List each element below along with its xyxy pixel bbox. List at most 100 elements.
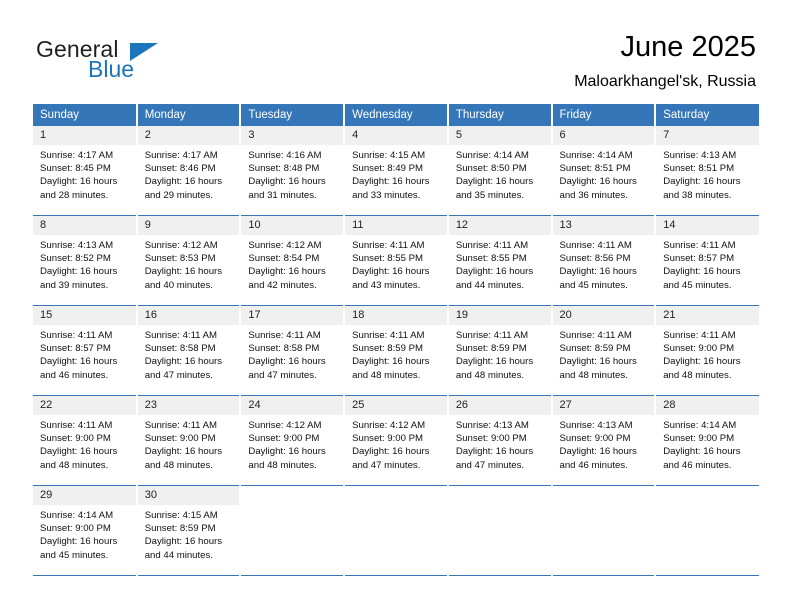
- day-details: Sunrise: 4:11 AM Sunset: 8:58 PM Daylight:…: [138, 325, 240, 382]
- calendar-day-cell[interactable]: 27 Sunrise: 4:13 AM Sunset: 9:00 PM Dayligh…: [551, 395, 657, 486]
- day-number: 19: [448, 306, 551, 325]
- page-header: General Blue June 2025 Maloarkhangel'sk,…: [0, 0, 792, 100]
- day-number: 3: [241, 126, 344, 145]
- calendar-day-cell[interactable]: 1 Sunrise: 4:17 AM Sunset: 8:45 PM Daylight…: [33, 126, 138, 216]
- calendar-day-cell[interactable]: 24 Sunrise: 4:12 AM Sunset: 9:00 PM Dayligh…: [240, 395, 346, 486]
- day-number: 22: [33, 396, 136, 415]
- calendar-day-cell[interactable]: 8 Sunrise: 4:13 AM Sunset: 8:52 PM Daylight…: [33, 215, 138, 306]
- calendar-day-cell[interactable]: 30 Sunrise: 4:15 AM Sunset: 8:59 PM Dayligh…: [136, 485, 242, 576]
- calendar-day-cell[interactable]: 7 Sunrise: 4:13 AM Sunset: 8:51 PM Daylight…: [655, 126, 759, 216]
- sunset-time: Sunset: 8:59 PM: [144, 523, 216, 535]
- day-details: Sunrise: 4:11 AM Sunset: 9:00 PM Daylight:…: [33, 415, 136, 472]
- day-details: Sunrise: 4:13 AM Sunset: 9:00 PM Daylight:…: [449, 415, 551, 472]
- daylight-duration-line2: and 33 minutes.: [352, 189, 421, 201]
- sunset-time: Sunset: 9:00 PM: [663, 343, 735, 355]
- day-details: Sunrise: 4:11 AM Sunset: 8:55 PM Daylight:…: [345, 235, 447, 292]
- calendar-day-cell[interactable]: 28 Sunrise: 4:14 AM Sunset: 9:00 PM Dayligh…: [655, 395, 759, 486]
- sunset-time: Sunset: 8:59 PM: [559, 343, 631, 355]
- daylight-duration-line1: Daylight: 16 hours: [144, 536, 223, 548]
- calendar-day-cell[interactable]: 17 Sunrise: 4:11 AM Sunset: 8:58 PM Dayligh…: [240, 305, 346, 396]
- calendar-page: General Blue June 2025 Maloarkhangel'sk,…: [0, 0, 792, 612]
- sunset-time: Sunset: 8:56 PM: [559, 253, 631, 265]
- daylight-duration-line1: Daylight: 16 hours: [144, 266, 223, 278]
- calendar-day-cell[interactable]: 25 Sunrise: 4:12 AM Sunset: 9:00 PM Dayligh…: [344, 395, 449, 486]
- sunset-time: Sunset: 8:57 PM: [663, 253, 735, 265]
- calendar-day-cell[interactable]: 26 Sunrise: 4:13 AM Sunset: 9:00 PM Dayligh…: [447, 395, 553, 486]
- day-details: [449, 505, 551, 509]
- sunrise-time: Sunrise: 4:11 AM: [144, 420, 218, 431]
- sunrise-time: Sunrise: 4:11 AM: [559, 240, 632, 251]
- daylight-duration-line1: Daylight: 16 hours: [663, 266, 741, 278]
- calendar-day-cell[interactable]: 5 Sunrise: 4:14 AM Sunset: 8:50 PM Daylight…: [447, 126, 553, 216]
- day-details: Sunrise: 4:13 AM Sunset: 9:00 PM Daylight:…: [553, 415, 655, 472]
- brand-triangle-icon: [130, 43, 158, 61]
- day-details: Sunrise: 4:14 AM Sunset: 9:00 PM Daylight:…: [656, 415, 759, 472]
- day-number: [449, 486, 551, 505]
- calendar-day-cell[interactable]: 19 Sunrise: 4:11 AM Sunset: 8:59 PM Dayligh…: [447, 305, 553, 396]
- day-details: Sunrise: 4:12 AM Sunset: 9:00 PM Daylight:…: [345, 415, 447, 472]
- weekday-header-friday: Friday: [551, 104, 657, 126]
- sunset-time: Sunset: 9:00 PM: [248, 433, 320, 445]
- calendar-day-cell[interactable]: 4 Sunrise: 4:15 AM Sunset: 8:49 PM Daylight…: [344, 126, 449, 216]
- daylight-duration-line2: and 48 minutes.: [663, 369, 732, 381]
- day-number: 23: [137, 396, 240, 415]
- calendar-day-cell[interactable]: 14 Sunrise: 4:11 AM Sunset: 8:57 PM Dayligh…: [655, 215, 759, 306]
- daylight-duration-line2: and 28 minutes.: [40, 189, 109, 201]
- daylight-duration-line1: Daylight: 16 hours: [40, 176, 118, 188]
- sunset-time: Sunset: 8:58 PM: [144, 343, 216, 355]
- calendar-day-cell[interactable]: 9 Sunrise: 4:12 AM Sunset: 8:53 PM Daylight…: [136, 215, 242, 306]
- daylight-duration-line1: Daylight: 16 hours: [559, 266, 637, 278]
- day-number: 18: [345, 306, 447, 325]
- sunrise-time: Sunrise: 4:15 AM: [352, 150, 426, 161]
- daylight-duration-line2: and 46 minutes.: [40, 369, 109, 381]
- day-number: 29: [33, 486, 136, 505]
- calendar-day-cell[interactable]: 16 Sunrise: 4:11 AM Sunset: 8:58 PM Dayligh…: [136, 305, 242, 396]
- calendar-day-cell[interactable]: 22 Sunrise: 4:11 AM Sunset: 9:00 PM Dayligh…: [33, 395, 138, 486]
- calendar-day-cell[interactable]: 15 Sunrise: 4:11 AM Sunset: 8:57 PM Dayligh…: [33, 305, 138, 396]
- calendar-week-row: 22 Sunrise: 4:11 AM Sunset: 9:00 PM Dayligh…: [33, 395, 759, 486]
- calendar-day-cell[interactable]: 21 Sunrise: 4:11 AM Sunset: 9:00 PM Dayligh…: [655, 305, 759, 396]
- sunrise-time: Sunrise: 4:11 AM: [40, 420, 113, 431]
- day-number: [345, 486, 447, 505]
- day-details: [241, 505, 343, 509]
- calendar-day-cell[interactable]: 23 Sunrise: 4:11 AM Sunset: 9:00 PM Dayligh…: [136, 395, 242, 486]
- calendar-day-cell[interactable]: 29 Sunrise: 4:14 AM Sunset: 9:00 PM Dayligh…: [33, 485, 138, 576]
- daylight-duration-line2: and 47 minutes.: [248, 369, 317, 381]
- calendar-day-cell[interactable]: 18 Sunrise: 4:11 AM Sunset: 8:59 PM Dayligh…: [344, 305, 449, 396]
- calendar-day-cell[interactable]: 10 Sunrise: 4:12 AM Sunset: 8:54 PM Dayligh…: [240, 215, 346, 306]
- sunset-time: Sunset: 8:55 PM: [352, 253, 424, 265]
- daylight-duration-line2: and 44 minutes.: [144, 549, 213, 561]
- daylight-duration-line2: and 47 minutes.: [352, 459, 421, 471]
- day-details: Sunrise: 4:11 AM Sunset: 8:55 PM Daylight:…: [449, 235, 551, 292]
- sunrise-time: Sunrise: 4:11 AM: [248, 330, 321, 341]
- daylight-duration-line1: Daylight: 16 hours: [455, 176, 534, 188]
- sunrise-time: Sunrise: 4:13 AM: [455, 420, 529, 431]
- sunrise-time: Sunrise: 4:14 AM: [559, 150, 633, 161]
- day-number: [553, 486, 655, 505]
- calendar-day-cell[interactable]: 6 Sunrise: 4:14 AM Sunset: 8:51 PM Daylight…: [551, 126, 657, 216]
- day-number: 15: [33, 306, 136, 325]
- calendar-week-row: 15 Sunrise: 4:11 AM Sunset: 8:57 PM Dayligh…: [33, 305, 759, 396]
- sunrise-time: Sunrise: 4:15 AM: [144, 510, 218, 521]
- calendar-week-row: 1 Sunrise: 4:17 AM Sunset: 8:45 PM Daylight…: [33, 126, 759, 216]
- daylight-duration-line2: and 48 minutes.: [248, 459, 317, 471]
- calendar-day-cell[interactable]: 12 Sunrise: 4:11 AM Sunset: 8:55 PM Dayligh…: [447, 215, 553, 306]
- calendar-day-cell-empty: [551, 485, 657, 576]
- calendar-day-cell[interactable]: 20 Sunrise: 4:11 AM Sunset: 8:59 PM Dayligh…: [551, 305, 657, 396]
- day-details: Sunrise: 4:11 AM Sunset: 8:58 PM Daylight:…: [241, 325, 343, 382]
- calendar-day-cell[interactable]: 2 Sunrise: 4:17 AM Sunset: 8:46 PM Daylight…: [136, 126, 242, 216]
- day-details: Sunrise: 4:14 AM Sunset: 8:51 PM Daylight:…: [553, 145, 655, 202]
- day-number: 9: [137, 216, 240, 235]
- calendar-day-cell[interactable]: 13 Sunrise: 4:11 AM Sunset: 8:56 PM Dayligh…: [551, 215, 657, 306]
- sunset-time: Sunset: 9:00 PM: [663, 433, 735, 445]
- sunset-time: Sunset: 8:49 PM: [352, 163, 424, 175]
- daylight-duration-line2: and 43 minutes.: [352, 279, 421, 291]
- day-number: 12: [448, 216, 551, 235]
- calendar-day-cell[interactable]: 11 Sunrise: 4:11 AM Sunset: 8:55 PM Dayligh…: [344, 215, 449, 306]
- daylight-duration-line1: Daylight: 16 hours: [663, 176, 741, 188]
- sunset-time: Sunset: 8:51 PM: [559, 163, 631, 175]
- calendar-day-cell[interactable]: 3 Sunrise: 4:16 AM Sunset: 8:48 PM Daylight…: [240, 126, 346, 216]
- daylight-duration-line1: Daylight: 16 hours: [248, 176, 326, 188]
- day-number: 28: [656, 396, 759, 415]
- brand-logo[interactable]: General Blue: [36, 36, 276, 88]
